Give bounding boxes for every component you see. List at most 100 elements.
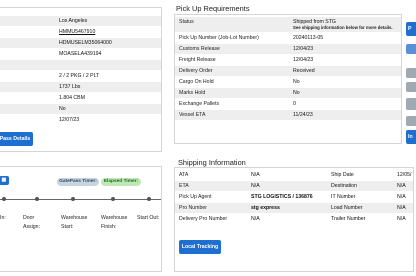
shipping-label: Ship Date	[331, 172, 354, 178]
shipping-label: Delivery Pro Number	[179, 216, 228, 222]
calendar-icon[interactable]: ▦	[0, 176, 9, 185]
shipping-value: 12/05/	[397, 172, 412, 178]
side-action-button[interactable]	[406, 98, 416, 110]
pickup-note: See shipping information below for more …	[293, 25, 393, 30]
pickup-value: 0	[293, 101, 296, 107]
elapsed-timer-badge: Elapsed Timer:	[101, 178, 141, 186]
shipping-value: N/A	[397, 205, 406, 211]
shipping-value: N/A	[397, 216, 406, 222]
detail-value: HDMUSELM35064000	[59, 40, 112, 46]
pickup-row: Cargo On Hold No	[175, 77, 401, 87]
timeline-step-label: Warehouse	[101, 215, 128, 221]
timeline-step-label: Finish:	[101, 224, 117, 230]
shipping-value: N/A	[397, 194, 406, 200]
shipping-label: ATA	[179, 172, 189, 178]
side-action-button[interactable]: P	[406, 22, 416, 36]
pickup-label: Customs Release	[179, 46, 220, 52]
shipping-information-title: Shipping Information	[178, 158, 246, 167]
detail-row	[0, 60, 161, 70]
side-action-button[interactable]: In	[406, 130, 416, 144]
detail-row: 12/07/23	[0, 115, 161, 125]
timeline-step: Start Out:	[137, 214, 159, 223]
pickup-value: 20240113-05	[293, 35, 324, 41]
shipping-value: N/A	[251, 172, 260, 178]
timeline-line	[0, 199, 161, 200]
shipping-label: Pro Number	[179, 205, 207, 211]
timeline-dot	[147, 197, 151, 201]
detail-value: Los Angeles	[59, 18, 88, 24]
pickup-row: Pick Up Number (Job-Lot Number) 20240113…	[175, 33, 401, 43]
pickup-label: Marks Hold	[179, 90, 206, 96]
side-action-button[interactable]	[406, 68, 416, 78]
shipping-information-panel: ATA N/A Ship Date 12/05/ ETA N/A Destina…	[174, 167, 414, 272]
shipping-value: stg express	[251, 205, 280, 211]
shipping-row: Pro Number stg express Load Number N/A	[175, 203, 413, 213]
side-action-button[interactable]	[406, 44, 416, 54]
gatepass-timer-badge: GatePass Timer:	[57, 178, 99, 186]
timeline-dot	[111, 197, 115, 201]
timeline-step: In:	[0, 214, 6, 223]
shipping-label: Destination	[331, 183, 357, 189]
shipping-label: ETA	[179, 183, 189, 189]
timeline-step-label: In:	[0, 215, 6, 221]
timeline-step: Warehouse Start:	[61, 214, 87, 232]
pickup-label: Pick Up Number (Job-Lot Number)	[179, 35, 259, 41]
shipping-value: STG LOGISTICS / 136876	[251, 194, 313, 200]
pickup-label: Cargo On Hold	[179, 79, 214, 85]
detail-value: 1737 Lbs	[59, 84, 81, 90]
detail-row: 1.804 CBM	[0, 93, 161, 103]
detail-row: HMMU5467910	[0, 27, 161, 37]
local-tracking-button[interactable]: Local Tracking	[179, 240, 221, 254]
pickup-row: Marks Hold No	[175, 88, 401, 98]
pickup-row: Freight Release 12/04/23	[175, 55, 401, 65]
pickup-label: Freight Release	[179, 57, 216, 63]
gatepass-details-button[interactable]: Pass Details	[0, 132, 33, 146]
timeline-step-label: Door	[23, 215, 35, 221]
timeline-step: Door Assign:	[23, 214, 40, 232]
pickup-row: Delivery Order Received	[175, 66, 401, 76]
shipping-label: Load Number	[331, 205, 363, 211]
pickup-value: No	[293, 79, 300, 85]
container-number-link[interactable]: HMMU5467910	[59, 27, 95, 37]
shipping-label: IT Number	[331, 194, 356, 200]
detail-row: 1737 Lbs	[0, 82, 161, 92]
shipment-details-panel: Los Angeles HMMU5467910 HDMUSELM35064000…	[0, 7, 162, 152]
pickup-row: Customs Release 12/04/23	[175, 44, 401, 54]
side-action-button[interactable]	[406, 116, 416, 126]
detail-row: Los Angeles	[0, 16, 161, 26]
shipping-value: N/A	[251, 216, 260, 222]
shipping-value: N/A	[397, 183, 406, 189]
shipping-value: N/A	[251, 183, 260, 189]
pickup-row: Exchange Pallets 0	[175, 99, 401, 109]
shipping-row: Pick Up Agent STG LOGISTICS / 136876 IT …	[175, 192, 413, 202]
detail-row: MOASELA439194	[0, 49, 161, 59]
timeline-dot	[71, 197, 75, 201]
pickup-label: Status	[179, 19, 194, 25]
timeline-dot	[2, 197, 6, 201]
shipping-label: Trailer Number	[331, 216, 366, 222]
timeline-dot	[35, 197, 39, 201]
detail-value: 1.804 CBM	[59, 95, 85, 101]
timeline-step-label: Warehouse	[61, 215, 88, 221]
shipping-row: ATA N/A Ship Date 12/05/	[175, 170, 413, 180]
pickup-value: No	[293, 90, 300, 96]
pickup-requirements-title: Pick Up Requirements	[176, 4, 250, 13]
shipping-row: Delivery Pro Number N/A Trailer Number N…	[175, 214, 413, 224]
pickup-row: Vessel ETA 11/24/23	[175, 110, 401, 120]
detail-value: MOASELA439194	[59, 51, 102, 57]
pickup-label: Delivery Order	[179, 68, 213, 74]
detail-row: HDMUSELM35064000	[0, 38, 161, 48]
detail-value: 12/07/23	[59, 117, 80, 123]
pickup-value: 12/04/23	[293, 46, 314, 52]
detail-row: No	[0, 104, 161, 114]
timeline-step-label: Start:	[61, 224, 74, 230]
pickup-value: 12/04/23	[293, 57, 314, 63]
detail-row: 2 / 2 PKG / 2 PLT	[0, 71, 161, 81]
side-action-button[interactable]	[406, 82, 416, 92]
timers-panel: ▦ GatePass Timer: Elapsed Timer: In: Doo…	[0, 166, 162, 272]
pickup-row: Status Shipped from STG See shipping inf…	[175, 17, 401, 32]
pickup-requirements-panel: Status Shipped from STG See shipping inf…	[174, 14, 402, 144]
pickup-label: Vessel ETA	[179, 112, 206, 118]
shipping-row: ETA N/A Destination N/A	[175, 181, 413, 191]
timeline-step-label: Start Out:	[137, 215, 160, 221]
